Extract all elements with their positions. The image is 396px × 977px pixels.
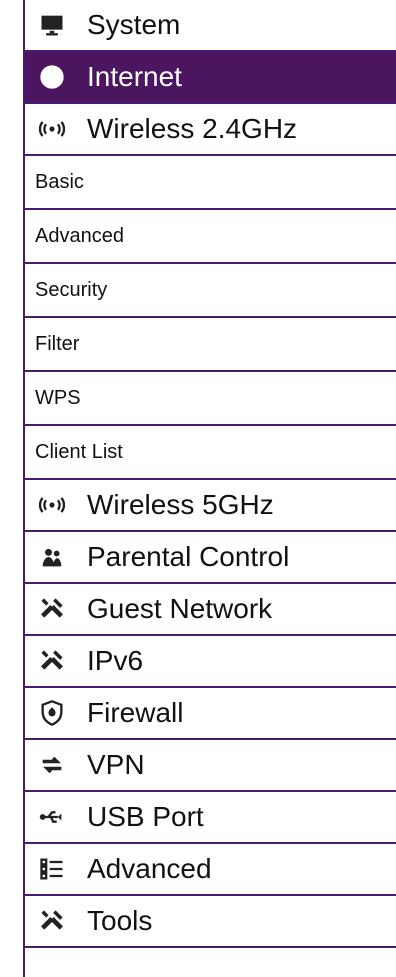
wireless-icon	[35, 490, 69, 520]
menu-item-firewall[interactable]: Firewall	[25, 688, 396, 740]
menu-item-label: IPv6	[87, 645, 144, 676]
monitor-icon	[35, 10, 69, 40]
tools-icon	[35, 594, 69, 624]
usb-icon	[35, 802, 69, 832]
menu-item-label: Wireless 5GHz	[87, 489, 274, 520]
menu-item-vpn[interactable]: VPN	[25, 740, 396, 792]
menu-item-advanced[interactable]: Advanced	[25, 844, 396, 896]
menu-item-label: VPN	[87, 749, 145, 780]
wireless-icon	[35, 114, 69, 144]
submenu-item-label: Filter	[35, 333, 80, 355]
menu-item-system[interactable]: System	[25, 0, 396, 52]
menu-item-label: Firewall	[87, 697, 184, 728]
menu-item-ipv6[interactable]: IPv6	[25, 636, 396, 688]
menu-item-wireless-5ghz[interactable]: Wireless 5GHz	[25, 480, 396, 532]
vpn-arrows-icon	[35, 750, 69, 780]
tools-icon	[35, 906, 69, 936]
submenu-item-label: Basic	[35, 171, 84, 193]
menu-item-label: Advanced	[87, 853, 212, 884]
menu-item-wireless-2-4ghz[interactable]: Wireless 2.4GHz	[25, 104, 396, 156]
menu-item-tools[interactable]: Tools	[25, 896, 396, 948]
submenu-item-basic[interactable]: Basic	[25, 156, 396, 210]
submenu-item-client-list[interactable]: Client List	[25, 426, 396, 480]
submenu-item-label: Client List	[35, 441, 123, 463]
submenu-item-filter[interactable]: Filter	[25, 318, 396, 372]
menu-item-label: Guest Network	[87, 593, 273, 624]
sidebar-menu: System Internet Wireless 2.4GHz Basic Ad…	[23, 0, 396, 977]
users-icon	[35, 542, 69, 572]
submenu-item-label: Advanced	[35, 225, 124, 247]
menu-item-label: Internet	[87, 61, 182, 92]
menu-item-label: Tools	[87, 905, 153, 936]
submenu-item-wps[interactable]: WPS	[25, 372, 396, 426]
menu-item-label: System	[87, 9, 181, 40]
submenu-item-label: WPS	[35, 387, 81, 409]
menu-item-usb-port[interactable]: USB Port	[25, 792, 396, 844]
menu-item-label: USB Port	[87, 801, 204, 832]
list-icon	[35, 854, 69, 884]
submenu-item-security[interactable]: Security	[25, 264, 396, 318]
firewall-icon	[35, 698, 69, 728]
menu-item-label: Parental Control	[87, 541, 290, 572]
menu-item-parental-control[interactable]: Parental Control	[25, 532, 396, 584]
globe-icon	[35, 62, 69, 92]
menu-item-label: Wireless 2.4GHz	[87, 113, 298, 144]
menu-item-guest-network[interactable]: Guest Network	[25, 584, 396, 636]
menu-item-internet[interactable]: Internet	[25, 52, 396, 104]
submenu-item-label: Security	[35, 279, 108, 301]
submenu-item-advanced[interactable]: Advanced	[25, 210, 396, 264]
tools-icon	[35, 646, 69, 676]
